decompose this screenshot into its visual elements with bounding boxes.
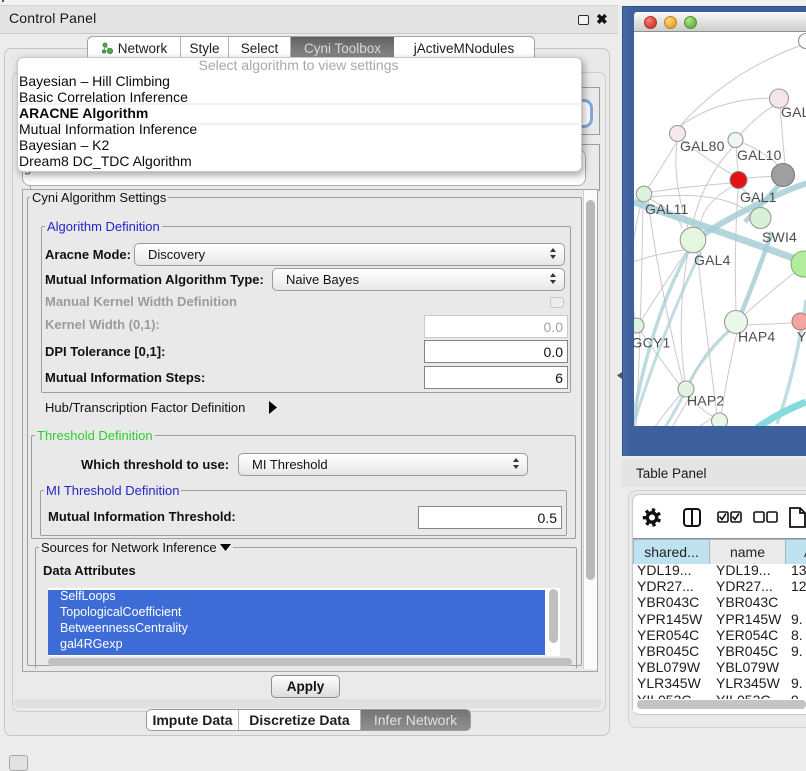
svg-text:GAL11: GAL11: [645, 201, 689, 217]
svg-text:GAL80: GAL80: [680, 138, 725, 154]
svg-text:GAL: GAL: [781, 104, 806, 120]
svg-text:SWI4: SWI4: [762, 229, 797, 245]
svg-text:HAP4: HAP4: [738, 329, 775, 345]
svg-text:Y: Y: [797, 329, 806, 345]
svg-text:GAL4: GAL4: [694, 252, 731, 268]
svg-text:GAL1: GAL1: [740, 189, 777, 205]
svg-text:GCY1: GCY1: [634, 335, 670, 351]
svg-text:HAP2: HAP2: [687, 393, 724, 409]
svg-text:GAL10: GAL10: [737, 147, 782, 163]
